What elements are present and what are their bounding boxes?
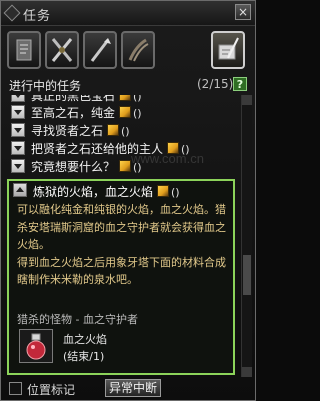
quest-list: 真正的黑色宝石 () 至高之石，纯金 () 寻找贤者之石 () 把贤者之石还给他的主人… [7, 95, 239, 179]
quest-paren: () [133, 107, 142, 120]
quest-title: 真正的黑色宝石 [31, 95, 116, 103]
pencil-icon [119, 95, 132, 101]
expand-toggle[interactable] [11, 159, 25, 173]
expand-toggle[interactable] [11, 95, 25, 102]
reward-item-slot[interactable] [19, 329, 53, 363]
scroll-thumb[interactable] [243, 255, 251, 295]
scroll-up-button[interactable] [242, 95, 252, 105]
item-status: (结束/1) [63, 350, 105, 363]
scroll-icon [16, 39, 32, 61]
pencil-icon [157, 185, 170, 197]
quest-title: 究竟想要什么？ [31, 160, 116, 174]
quest-name: 寻找贤者之石 () [31, 122, 130, 139]
scrollbar[interactable] [241, 95, 252, 377]
tab-quest-scroll-active[interactable] [211, 31, 245, 69]
quest-row[interactable]: 真正的黑色宝石 () [7, 95, 239, 104]
expand-toggle[interactable] [11, 105, 25, 119]
target-monster-label: 猎杀的怪物 - 血之守护者 [17, 313, 138, 326]
quest-name: 真正的黑色宝石 () [31, 95, 142, 104]
red-potion-icon [26, 333, 46, 360]
window-title: 任务 [23, 9, 52, 24]
scroll-down-button[interactable] [242, 367, 252, 377]
detail-paren: () [171, 186, 180, 199]
quest-title: 至高之石，纯金 [31, 106, 116, 120]
quest-window: 任务 × 进行中的任务 (2/15) ? 真正的黑色宝石 () 至高之石，纯金 … [0, 0, 256, 401]
abort-button[interactable]: 异常中断 [105, 379, 161, 397]
watermark: www.com.cn [131, 151, 204, 166]
pencil-icon [107, 124, 120, 136]
collapse-toggle[interactable] [13, 183, 27, 197]
quest-name: 至高之石，纯金 () [31, 104, 142, 121]
scroll-quill-icon [218, 37, 239, 60]
claw-icon [128, 38, 149, 62]
quest-paren: () [121, 125, 130, 138]
quest-title: 寻找贤者之石 [31, 124, 104, 138]
quest-row[interactable]: 至高之石，纯金 () [7, 104, 239, 121]
detail-title-text: 炼狱的火焰，血之火焰 [33, 185, 154, 199]
tab-crossed-swords[interactable] [45, 31, 79, 69]
detail-title: 炼狱的火焰，血之火焰 () [33, 183, 180, 200]
detail-header[interactable]: 炼狱的火焰，血之火焰 () [13, 183, 229, 199]
item-name: 血之火焰 [63, 333, 107, 346]
quest-count: (2/15) [197, 77, 234, 91]
expand-toggle[interactable] [11, 123, 25, 137]
quest-paren: () [133, 95, 142, 103]
window-icon [3, 4, 21, 22]
title-bar[interactable]: 任务 × [1, 1, 255, 26]
spear-icon [90, 38, 111, 62]
pencil-icon [119, 106, 132, 118]
quest-row[interactable]: 把贤者之石还给他的主人() [7, 140, 239, 157]
close-button[interactable]: × [235, 4, 251, 20]
quest-name: 究竟想要什么？() [31, 158, 142, 175]
expand-toggle[interactable] [11, 141, 25, 155]
bottom-bar: 位置标记 异常中断 [1, 378, 255, 400]
tab-spear[interactable] [83, 31, 117, 69]
help-button[interactable]: ? [233, 77, 247, 91]
quest-row[interactable]: 寻找贤者之石 () [7, 122, 239, 139]
quest-detail-panel: 炼狱的火焰，血之火焰 () 可以融化纯金和纯银的火焰，血之火焰。猎杀安塔瑞斯洞窟的… [7, 179, 235, 375]
location-marker-label: 位置标记 [27, 383, 76, 397]
in-progress-label: 进行中的任务 [9, 79, 82, 93]
crossed-swords-icon [51, 38, 73, 62]
location-marker-checkbox[interactable] [9, 382, 22, 395]
tab-claw[interactable] [121, 31, 155, 69]
tab-quest-scroll[interactable] [7, 31, 41, 69]
quest-row[interactable]: 究竟想要什么？() [7, 158, 239, 175]
quest-description: 可以融化纯金和纯银的火焰，血之火焰。猎杀安塔瑞斯洞窟的血之守护者就会获得血之火焰… [17, 203, 226, 286]
quest-list-header: 进行中的任务 (2/15) ? [7, 77, 249, 93]
pencil-icon [119, 160, 132, 172]
